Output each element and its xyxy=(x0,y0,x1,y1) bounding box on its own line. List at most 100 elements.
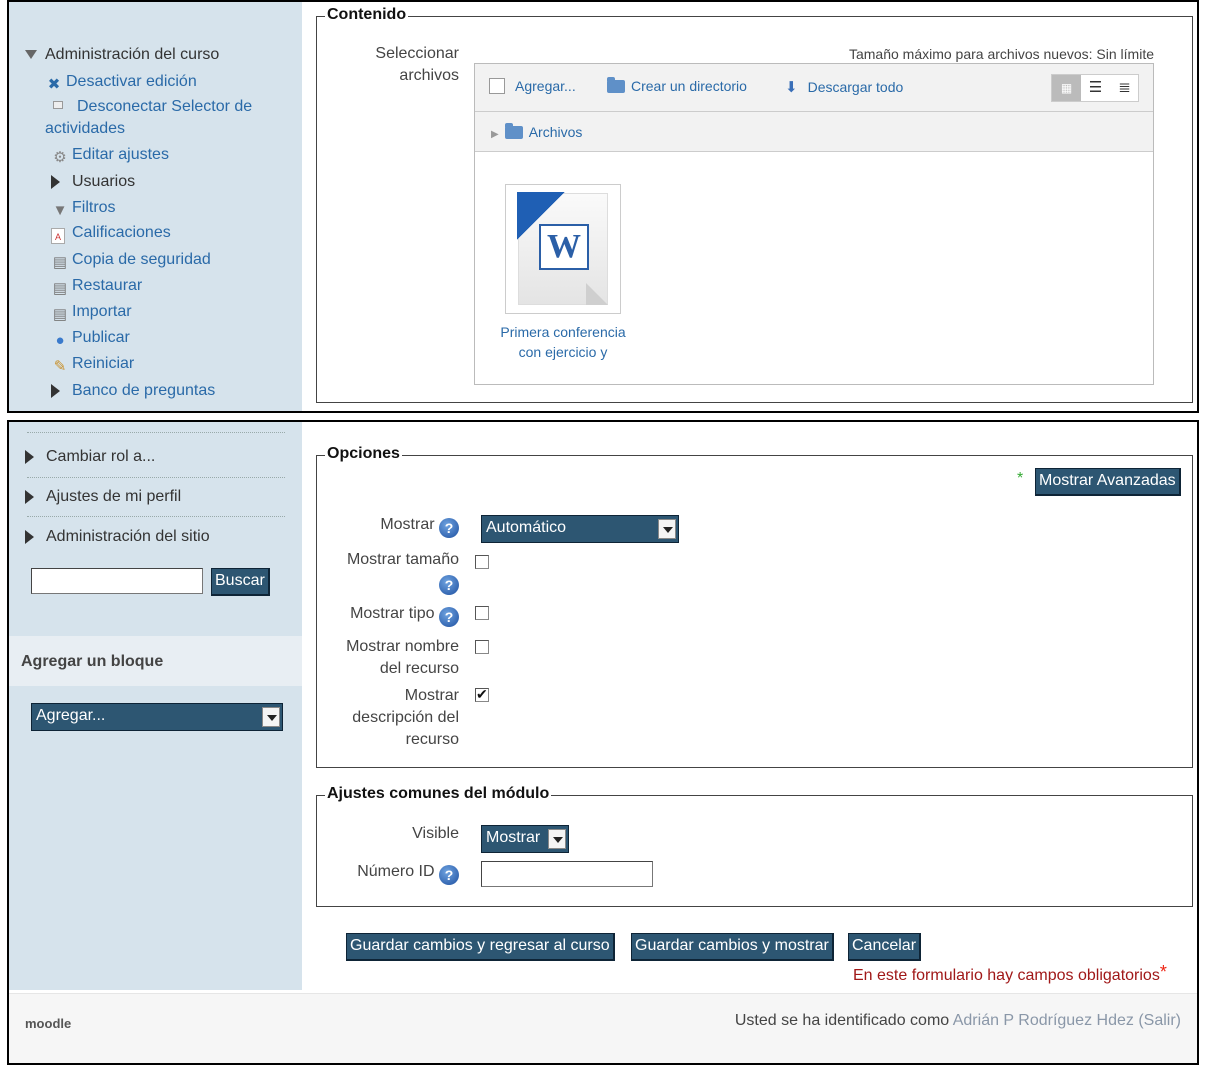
sidebar-item-cambiar-rol[interactable]: Cambiar rol a... xyxy=(25,448,155,466)
folder-icon xyxy=(504,123,523,139)
create-folder-button[interactable]: Crear un directorio xyxy=(607,77,747,94)
help-icon[interactable]: ? xyxy=(439,865,459,885)
sidebar-item-importar[interactable]: ▤ Importar xyxy=(51,303,132,324)
show-name-label-line2: del recurso xyxy=(379,660,459,677)
add-file-button[interactable]: Agregar... xyxy=(489,78,576,94)
caret-right-icon: ▶ xyxy=(491,129,499,140)
cancel-button[interactable]: Cancelar xyxy=(848,933,922,961)
sidebar-item-desconectar-selector[interactable]: Desconectar Selector de xyxy=(45,98,252,116)
visible-label: Visible xyxy=(412,825,459,842)
list-view-button[interactable]: ☰ xyxy=(1081,75,1110,101)
module-settings-legend: Ajustes comunes del módulo xyxy=(325,785,552,803)
sidebar-item-ajustes-perfil[interactable]: Ajustes de mi perfil xyxy=(25,488,181,506)
sidebar-item-usuarios[interactable]: Usuarios xyxy=(51,173,135,191)
bullet-icon xyxy=(53,101,63,109)
sidebar-item-actividades[interactable]: actividades xyxy=(45,120,125,138)
sidebar-item-banco-preguntas[interactable]: Banco de preguntas xyxy=(51,382,215,400)
help-icon[interactable]: ? xyxy=(439,518,459,538)
moodle-logo[interactable]: moodle xyxy=(25,1016,71,1031)
settings-sidebar: Cambiar rol a... Ajustes de mi perfil Ad… xyxy=(9,422,302,990)
show-type-label-text: Mostrar tipo xyxy=(350,605,435,622)
sidebar-item-label: Ajustes de mi perfil xyxy=(46,488,182,505)
select-files-label-line2: archivos xyxy=(399,67,459,84)
sidebar-item-desactivar-edicion[interactable]: ✖ Desactivar edición xyxy=(45,73,197,94)
backup-icon: ▤ xyxy=(52,254,68,271)
sidebar-item-restaurar[interactable]: ▤ Restaurar xyxy=(51,277,142,298)
expand-icon xyxy=(51,174,60,189)
opciones-fieldset: Opciones * Mostrar Avanzadas Mostrar ? A… xyxy=(316,445,1193,768)
sidebar-item-copia-seguridad[interactable]: ▤ Copia de seguridad xyxy=(51,251,211,272)
help-icon[interactable]: ? xyxy=(439,607,459,627)
show-type-label: Mostrar tipo ? xyxy=(317,603,459,627)
add-block-select-value: Agregar... xyxy=(36,707,106,724)
dropdown-arrow-icon xyxy=(262,707,280,727)
sidebar-item-reiniciar[interactable]: ✎ Reiniciar xyxy=(51,355,135,376)
add-block-title: Agregar un bloque xyxy=(21,653,164,670)
visible-select[interactable]: Mostrar xyxy=(481,825,569,853)
required-fields-text: En este formulario hay campos obligatori… xyxy=(853,967,1160,984)
contenido-legend: Contenido xyxy=(325,6,409,24)
breadcrumb-archivos[interactable]: ▶ Archivos xyxy=(491,123,582,140)
download-all-button[interactable]: ⬇ Descargar todo xyxy=(785,78,903,96)
max-size-text: Tamaño máximo para archivos nuevos: Sin … xyxy=(848,46,1154,62)
divider xyxy=(27,477,285,478)
login-prefix: Usted se ha identificado como xyxy=(734,1012,950,1029)
show-type-checkbox[interactable] xyxy=(475,606,489,620)
show-size-checkbox[interactable] xyxy=(475,555,489,569)
create-folder-label: Crear un directorio xyxy=(631,78,747,94)
show-name-checkbox[interactable] xyxy=(475,640,489,654)
sidebar-item-publicar[interactable]: ● Publicar xyxy=(51,329,130,350)
module-settings-fieldset: Ajustes comunes del módulo Visible Mostr… xyxy=(316,785,1193,907)
show-description-label: Mostrar descripción del recurso xyxy=(317,685,459,751)
sidebar-item-label: Cambiar rol a... xyxy=(46,448,156,465)
sidebar-item-label: Calificaciones xyxy=(72,224,171,241)
sidebar-item-label: Copia de seguridad xyxy=(72,251,211,268)
sidebar-item-label: Importar xyxy=(72,303,132,320)
help-icon[interactable]: ? xyxy=(439,575,459,595)
file-item[interactable]: W xyxy=(505,184,621,314)
show-description-label-line1: Mostrar xyxy=(404,687,459,704)
show-description-checkbox[interactable] xyxy=(475,686,489,703)
show-name-label-line1: Mostrar nombre xyxy=(346,638,459,655)
show-description-label-line3: recurso xyxy=(405,731,459,748)
user-link[interactable]: Adrián P Rodríguez Hdez xyxy=(953,1012,1134,1029)
save-and-show-button[interactable]: Guardar cambios y mostrar xyxy=(631,933,834,961)
id-number-input[interactable] xyxy=(481,861,653,887)
sidebar-item-admin-sitio[interactable]: Administración del sitio xyxy=(25,528,210,546)
file-name-line2: con ejercicio y xyxy=(518,344,608,360)
id-number-label-text: Número ID xyxy=(357,863,435,880)
file-picker-breadcrumb: ▶ Archivos xyxy=(475,112,1153,152)
add-file-label: Agregar... xyxy=(515,78,576,94)
sidebar-item-label: Editar ajustes xyxy=(72,146,169,163)
advanced-asterisk: * xyxy=(1017,470,1024,487)
file-name[interactable]: Primera conferencia con ejercicio y xyxy=(483,322,643,362)
sidebar-item-filtros[interactable]: ▼ Filtros xyxy=(51,199,116,220)
expand-icon xyxy=(25,529,34,544)
opciones-legend: Opciones xyxy=(325,445,402,463)
icon-view-button[interactable]: ▦ xyxy=(1052,75,1081,101)
tree-view-button[interactable]: ≣ xyxy=(1110,75,1139,101)
sidebar-item-label: Administración del sitio xyxy=(46,528,210,545)
add-block-select[interactable]: Agregar... xyxy=(31,703,283,731)
search-input[interactable] xyxy=(31,568,203,594)
sidebar-item-editar-ajustes[interactable]: ⚙ Editar ajustes xyxy=(51,146,169,167)
top-panel: Administración del curso ✖ Desactivar edi… xyxy=(7,0,1199,413)
course-admin-label: Administración del curso xyxy=(45,46,220,63)
logout-link[interactable]: (Salir) xyxy=(1138,1012,1181,1029)
sidebar-item-label: Usuarios xyxy=(72,173,136,190)
required-star: * xyxy=(1159,962,1167,982)
grades-icon: A xyxy=(51,228,65,244)
add-block-header: Agregar un bloque xyxy=(9,636,302,686)
required-fields-note: En este formulario hay campos obligatori… xyxy=(853,962,1167,985)
show-advanced-button[interactable]: Mostrar Avanzadas xyxy=(1035,468,1181,496)
sidebar-item-label: Desconectar Selector de xyxy=(77,98,253,115)
course-admin-header[interactable]: Administración del curso xyxy=(25,46,219,64)
sidebar-item-calificaciones[interactable]: A Calificaciones xyxy=(51,224,171,244)
show-description-label-line2: descripción del xyxy=(352,709,459,726)
expand-icon xyxy=(25,489,34,504)
sidebar-item-label: Publicar xyxy=(72,329,130,346)
select-files-label: Seleccionar archivos xyxy=(337,43,459,87)
mostrar-select[interactable]: Automático xyxy=(481,515,679,543)
save-and-return-button[interactable]: Guardar cambios y regresar al curso xyxy=(346,933,615,961)
search-button[interactable]: Buscar xyxy=(211,568,270,596)
